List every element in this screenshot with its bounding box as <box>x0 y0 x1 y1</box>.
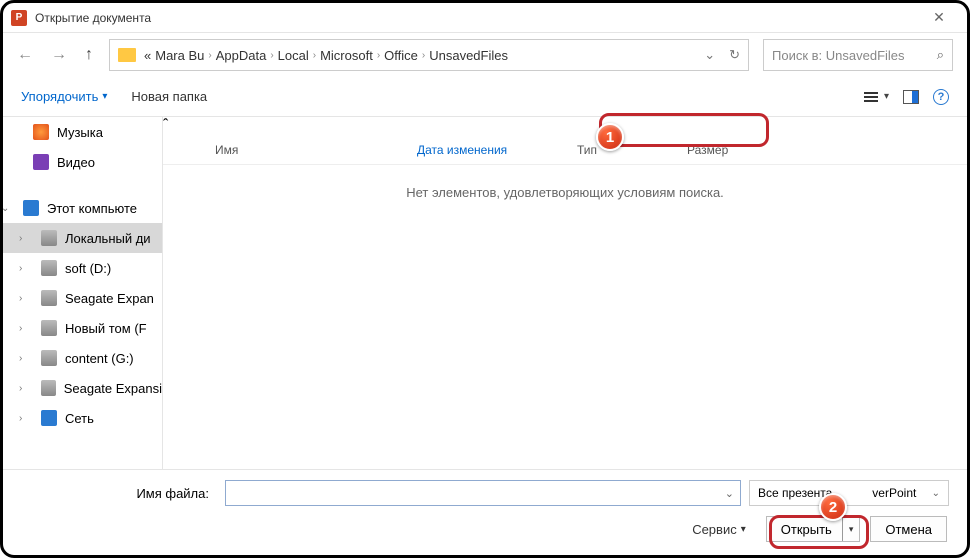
sidebar-item-this-pc[interactable]: ⌄Этот компьюте <box>3 193 162 223</box>
chevron-down-icon: ▾ <box>741 524 746 535</box>
annotation-highlight <box>769 515 869 549</box>
disk-icon <box>41 380 56 396</box>
crumb[interactable]: AppData <box>216 48 267 63</box>
video-icon <box>33 154 49 170</box>
folder-icon <box>118 48 136 62</box>
chevron-down-icon: ▾ <box>102 91 107 102</box>
disk-icon <box>41 290 57 306</box>
sidebar-item-music[interactable]: Музыка <box>3 117 162 147</box>
network-icon <box>41 410 57 426</box>
disk-icon <box>41 350 57 366</box>
refresh-icon[interactable]: ↻ <box>729 47 740 63</box>
up-icon[interactable]: ↑ <box>85 46 93 64</box>
chevron-down-icon: ▾ <box>884 91 889 102</box>
forward-icon[interactable]: → <box>51 46 67 64</box>
annotation-highlight <box>599 113 769 147</box>
search-placeholder: Поиск в: UnsavedFiles <box>772 48 905 63</box>
sidebar-item-network[interactable]: ›Сеть <box>3 403 162 433</box>
filename-input[interactable]: ⌄ <box>225 480 741 506</box>
empty-message: Нет элементов, удовлетворяющих условиям … <box>163 185 967 200</box>
sidebar-item-local-disk[interactable]: ›Локальный ди <box>3 223 162 253</box>
back-icon[interactable]: ← <box>17 46 33 64</box>
sidebar-item-seagate2[interactable]: ›Seagate Expansi <box>3 373 162 403</box>
new-folder-button[interactable]: Новая папка <box>131 89 207 104</box>
view-menu-button[interactable]: ▾ <box>864 91 889 102</box>
disk-icon <box>41 320 57 336</box>
crumb[interactable]: Mara Bu <box>155 48 204 63</box>
sidebar-item-seagate[interactable]: ›Seagate Expan <box>3 283 162 313</box>
breadcrumb[interactable]: « Mara Bu› AppData› Local› Microsoft› Of… <box>109 39 749 71</box>
sidebar-item-newvol[interactable]: ›Новый том (F <box>3 313 162 343</box>
cancel-button[interactable]: Отмена <box>870 516 947 542</box>
chevron-down-icon: ⌄ <box>932 488 940 499</box>
preview-pane-button[interactable] <box>903 90 919 104</box>
filename-label: Имя файла: <box>21 486 217 501</box>
column-date[interactable]: Дата изменения <box>403 135 563 164</box>
service-button[interactable]: Сервис ▾ <box>692 522 746 537</box>
crumb[interactable]: Local <box>278 48 309 63</box>
help-icon[interactable]: ? <box>933 89 949 105</box>
path-dropdown-icon[interactable]: ⌄ <box>704 47 715 63</box>
app-icon: P <box>11 10 27 26</box>
organize-button[interactable]: Упорядочить ▾ <box>21 89 107 104</box>
annotation-badge: 2 <box>819 493 847 521</box>
crumb[interactable]: Office <box>384 48 418 63</box>
column-name[interactable]: Имя <box>163 135 403 164</box>
pc-icon <box>23 200 39 216</box>
disk-icon <box>41 260 57 276</box>
sidebar-item-video[interactable]: Видео <box>3 147 162 177</box>
music-icon <box>33 124 49 140</box>
window-title: Открытие документа <box>35 11 151 25</box>
chevron-down-icon[interactable]: ⌄ <box>725 487 734 500</box>
sidebar: Музыка Видео ⌄Этот компьюте ›Локальный д… <box>3 117 163 469</box>
crumb[interactable]: Microsoft <box>320 48 373 63</box>
filetype-select[interactable]: Все презента verPoint ⌄ <box>749 480 949 506</box>
close-icon[interactable]: ✕ <box>919 9 959 26</box>
sidebar-item-soft[interactable]: ›soft (D:) <box>3 253 162 283</box>
crumb[interactable]: UnsavedFiles <box>429 48 508 63</box>
search-icon[interactable]: ⌕ <box>937 47 944 63</box>
sort-indicator-icon: ˆ <box>163 117 168 134</box>
disk-icon <box>41 230 57 246</box>
sidebar-item-content[interactable]: ›content (G:) <box>3 343 162 373</box>
search-input[interactable]: Поиск в: UnsavedFiles ⌕ <box>763 39 953 71</box>
annotation-badge: 1 <box>596 123 624 151</box>
